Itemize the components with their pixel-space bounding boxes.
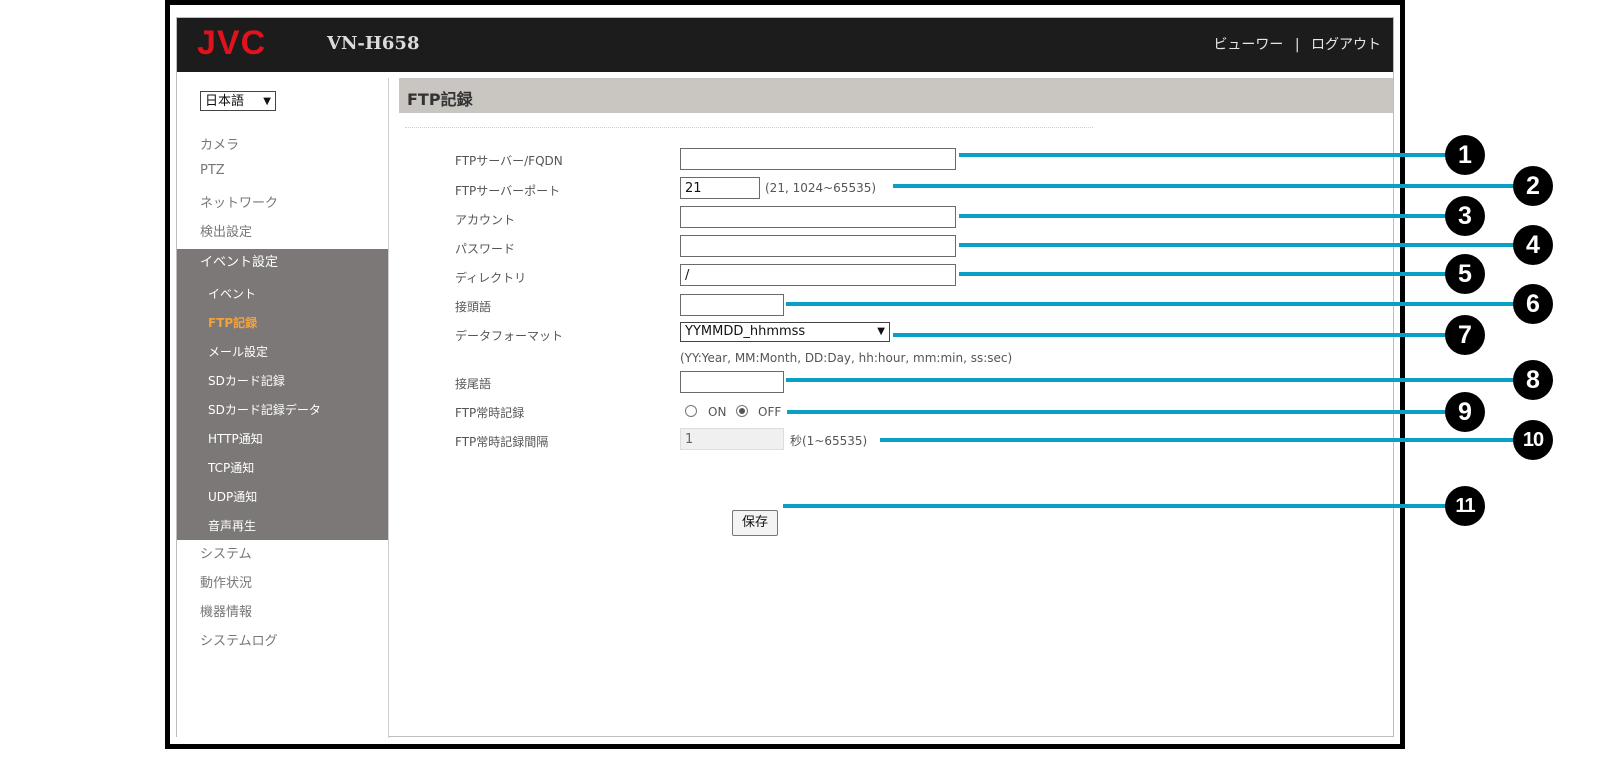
prefix-input[interactable] <box>680 294 784 316</box>
sidebar-item-device-info[interactable]: 機器情報 <box>200 601 252 620</box>
page-title-bar: FTP記録 <box>399 78 1393 113</box>
account-label: アカウント <box>455 213 516 227</box>
model-name: VN-H658 <box>327 33 420 54</box>
callout-line <box>959 153 1449 157</box>
callout-line <box>959 214 1449 218</box>
callout-number: 1 <box>1445 135 1485 175</box>
continuous-label: FTP常時記録 <box>455 406 525 420</box>
callout-number: 8 <box>1513 360 1553 400</box>
prefix-label: 接頭語 <box>455 300 492 314</box>
password-label: パスワード <box>455 242 516 256</box>
sidebar-item-detection[interactable]: 検出設定 <box>200 221 252 240</box>
off-label: OFF <box>758 405 782 419</box>
top-header: JVC VN-H658 ビューワー | ログアウト <box>177 18 1393 72</box>
language-value: 日本語 <box>205 94 245 109</box>
sidebar-item-system-log[interactable]: システムログ <box>200 630 278 649</box>
continuous-on-radio[interactable] <box>685 405 697 417</box>
callout-line <box>787 410 1449 414</box>
callout-line <box>959 243 1517 247</box>
sidebar-subitem-http[interactable]: HTTP通知 <box>208 430 263 447</box>
suffix-input[interactable] <box>680 371 784 393</box>
divider <box>405 127 1093 128</box>
directory-label: ディレクトリ <box>455 271 527 285</box>
continuous-off-radio[interactable] <box>736 405 748 417</box>
sidebar-subitem-udp[interactable]: UDP通知 <box>208 488 257 505</box>
password-input[interactable] <box>680 235 956 257</box>
sidebar: 日本語 ▼ カメラ PTZ ネットワーク 検出設定 イベント設定 イベント FT… <box>177 78 389 738</box>
sidebar-subitem-event[interactable]: イベント <box>208 285 256 302</box>
sidebar-subitem-ftp[interactable]: FTP記録 <box>208 314 257 331</box>
sidebar-item-ptz[interactable]: PTZ <box>200 163 225 178</box>
callout-line <box>893 333 1449 337</box>
format-label: データフォーマット <box>455 329 564 343</box>
account-input[interactable] <box>680 206 956 228</box>
ftp-server-input[interactable] <box>680 148 956 170</box>
sidebar-item-event-settings[interactable]: イベント設定 <box>200 251 278 270</box>
interval-hint: 秒(1~65535) <box>790 434 868 448</box>
logout-link[interactable]: ログアウト <box>1311 37 1381 53</box>
callout-line <box>959 272 1449 276</box>
header-links: ビューワー | ログアウト <box>1213 34 1381 54</box>
page-title: FTP記録 <box>407 90 473 109</box>
callout-number: 6 <box>1513 284 1553 324</box>
format-hint: (YY:Year, MM:Month, DD:Day, hh:hour, mm:… <box>680 351 1013 365</box>
sidebar-item-status[interactable]: 動作状況 <box>200 572 252 591</box>
language-select[interactable]: 日本語 ▼ <box>200 91 276 111</box>
callout-number: 10 <box>1513 420 1553 460</box>
data-format-value: YYMMDD_hhmmss <box>685 324 806 339</box>
sidebar-item-camera[interactable]: カメラ <box>200 134 239 153</box>
sidebar-item-system[interactable]: システム <box>200 543 252 562</box>
callout-line <box>783 504 1449 508</box>
port-hint: (21, 1024~65535) <box>765 181 877 195</box>
sidebar-subitem-mail[interactable]: メール設定 <box>208 343 268 360</box>
sidebar-subitem-tcp[interactable]: TCP通知 <box>208 459 254 476</box>
callout-number: 2 <box>1513 166 1553 206</box>
chevron-down-icon: ▼ <box>877 326 885 337</box>
interval-label: FTP常時記録間隔 <box>455 435 549 449</box>
interval-input[interactable] <box>680 428 784 450</box>
ftp-port-input[interactable] <box>680 177 760 199</box>
callout-line <box>786 302 1517 306</box>
callout-line <box>880 438 1517 442</box>
port-label: FTPサーバーポート <box>455 184 561 198</box>
sidebar-item-network[interactable]: ネットワーク <box>200 192 278 211</box>
directory-input[interactable] <box>680 264 956 286</box>
callout-number: 11 <box>1445 486 1485 526</box>
suffix-label: 接尾語 <box>455 377 492 391</box>
header-separator: | <box>1294 37 1300 53</box>
sidebar-group-event: イベント設定 イベント FTP記録 メール設定 SDカード記録 SDカード記録デ… <box>177 249 388 540</box>
browser-window: JVC VN-H658 ビューワー | ログアウト 日本語 ▼ カメラ PTZ … <box>176 17 1394 738</box>
callout-number: 7 <box>1445 315 1485 355</box>
server-label: FTPサーバー/FQDN <box>455 154 563 168</box>
callout-number: 3 <box>1445 196 1485 236</box>
callout-number: 5 <box>1445 254 1485 294</box>
on-label: ON <box>708 405 727 419</box>
save-button[interactable]: 保存 <box>732 510 778 536</box>
callout-number: 9 <box>1445 392 1485 432</box>
data-format-select[interactable]: YYMMDD_hhmmss ▼ <box>680 322 890 342</box>
sidebar-subitem-sd-record[interactable]: SDカード記録 <box>208 372 285 389</box>
callout-line <box>893 184 1517 188</box>
chevron-down-icon: ▼ <box>263 96 271 107</box>
sidebar-subitem-audio[interactable]: 音声再生 <box>208 517 256 534</box>
callout-line <box>786 378 1517 382</box>
callout-number: 4 <box>1513 225 1553 265</box>
main-panel: FTP記録 FTPサーバー/FQDN FTPサーバーポート (21, 1024~… <box>399 78 1393 738</box>
sidebar-subitem-sd-data[interactable]: SDカード記録データ <box>208 401 321 418</box>
jvc-logo: JVC <box>197 24 267 62</box>
viewer-link[interactable]: ビューワー <box>1213 37 1283 53</box>
